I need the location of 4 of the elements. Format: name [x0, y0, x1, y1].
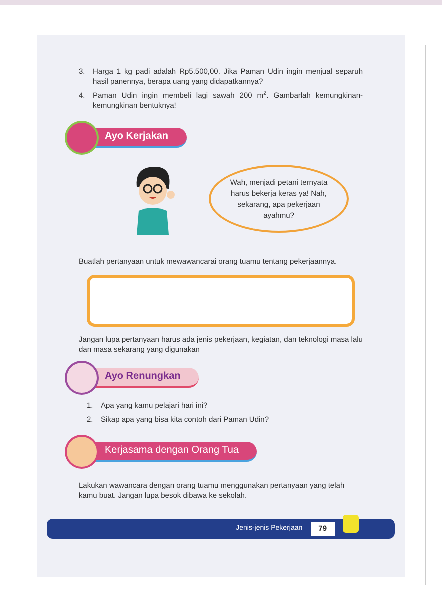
- illustration-badge: [65, 435, 99, 469]
- illustration-badge: [65, 361, 99, 395]
- answer-box[interactable]: [87, 275, 355, 327]
- illustration-badge: [65, 121, 99, 155]
